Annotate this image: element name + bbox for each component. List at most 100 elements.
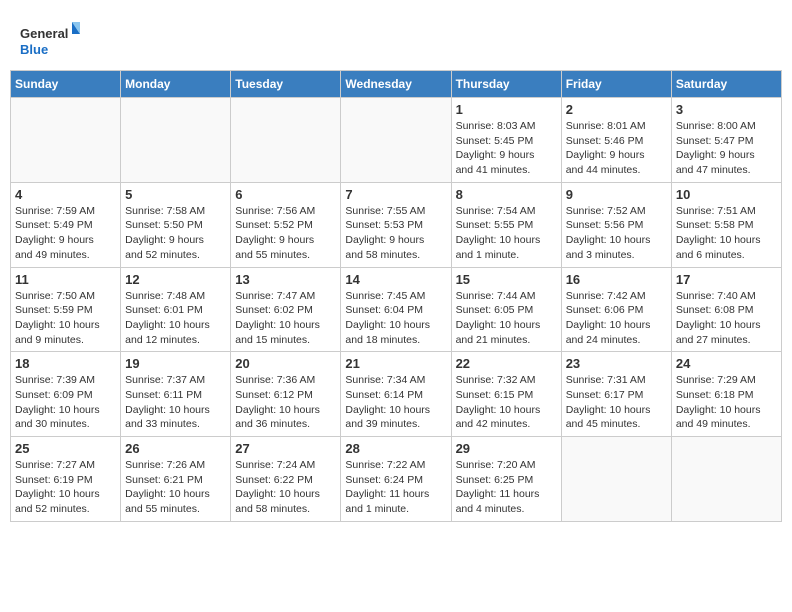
day-info: Sunrise: 7:58 AMSunset: 5:50 PMDaylight:… — [125, 204, 226, 263]
calendar-cell: 18 Sunrise: 7:39 AMSunset: 6:09 PMDayligh… — [11, 352, 121, 437]
calendar-week-row: 18 Sunrise: 7:39 AMSunset: 6:09 PMDayligh… — [11, 352, 782, 437]
day-info: Sunrise: 7:42 AMSunset: 6:06 PMDaylight:… — [566, 289, 667, 348]
calendar-cell: 15 Sunrise: 7:44 AMSunset: 6:05 PMDayligh… — [451, 267, 561, 352]
calendar-cell: 20Sunrise: 7:36 AMSunset: 6:12 PMDayligh… — [231, 352, 341, 437]
calendar-cell: 9 Sunrise: 7:52 AMSunset: 5:56 PMDaylight… — [561, 182, 671, 267]
calendar-cell: 11 Sunrise: 7:50 AMSunset: 5:59 PMDayligh… — [11, 267, 121, 352]
day-number: 25 — [15, 441, 116, 456]
day-info: Sunrise: 7:20 AMSunset: 6:25 PMDaylight:… — [456, 458, 557, 517]
calendar-cell: 24Sunrise: 7:29 AMSunset: 6:18 PMDayligh… — [671, 352, 781, 437]
calendar-header-saturday: Saturday — [671, 71, 781, 98]
calendar-cell — [341, 98, 451, 183]
calendar-cell: 10 Sunrise: 7:51 AMSunset: 5:58 PMDayligh… — [671, 182, 781, 267]
calendar-cell: 16 Sunrise: 7:42 AMSunset: 6:06 PMDayligh… — [561, 267, 671, 352]
calendar-cell: 12 Sunrise: 7:48 AMSunset: 6:01 PMDayligh… — [121, 267, 231, 352]
calendar-week-row: 1 Sunrise: 8:03 AMSunset: 5:45 PMDaylight… — [11, 98, 782, 183]
svg-text:General: General — [20, 26, 68, 41]
calendar-cell: 13 Sunrise: 7:47 AMSunset: 6:02 PMDayligh… — [231, 267, 341, 352]
day-number: 8 — [456, 187, 557, 202]
day-info: Sunrise: 7:24 AMSunset: 6:22 PMDaylight:… — [235, 458, 336, 517]
day-number: 17 — [676, 272, 777, 287]
day-number: 26 — [125, 441, 226, 456]
day-info: Sunrise: 7:26 AMSunset: 6:21 PMDaylight:… — [125, 458, 226, 517]
day-number: 16 — [566, 272, 667, 287]
day-info: Sunrise: 7:39 AMSunset: 6:09 PMDaylight:… — [15, 373, 116, 432]
calendar-cell — [11, 98, 121, 183]
day-number: 1 — [456, 102, 557, 117]
day-number: 4 — [15, 187, 116, 202]
day-info: Sunrise: 7:32 AMSunset: 6:15 PMDaylight:… — [456, 373, 557, 432]
logo-svg: General Blue — [20, 20, 80, 65]
day-info: Sunrise: 8:00 AMSunset: 5:47 PMDaylight:… — [676, 119, 777, 178]
day-info: Sunrise: 7:22 AMSunset: 6:24 PMDaylight:… — [345, 458, 446, 517]
day-number: 22 — [456, 356, 557, 371]
day-number: 5 — [125, 187, 226, 202]
calendar-cell — [231, 98, 341, 183]
calendar-header-tuesday: Tuesday — [231, 71, 341, 98]
day-number: 2 — [566, 102, 667, 117]
day-info: Sunrise: 7:47 AMSunset: 6:02 PMDaylight:… — [235, 289, 336, 348]
calendar-cell: 7 Sunrise: 7:55 AMSunset: 5:53 PMDaylight… — [341, 182, 451, 267]
calendar-table: SundayMondayTuesdayWednesdayThursdayFrid… — [10, 70, 782, 522]
calendar-cell: 26 Sunrise: 7:26 AMSunset: 6:21 PMDayligh… — [121, 437, 231, 522]
calendar-header-monday: Monday — [121, 71, 231, 98]
day-info: Sunrise: 8:03 AMSunset: 5:45 PMDaylight:… — [456, 119, 557, 178]
day-info: Sunrise: 7:40 AMSunset: 6:08 PMDaylight:… — [676, 289, 777, 348]
day-info: Sunrise: 7:34 AMSunset: 6:14 PMDaylight:… — [345, 373, 446, 432]
day-info: Sunrise: 7:51 AMSunset: 5:58 PMDaylight:… — [676, 204, 777, 263]
day-info: Sunrise: 7:56 AMSunset: 5:52 PMDaylight:… — [235, 204, 336, 263]
day-number: 7 — [345, 187, 446, 202]
day-number: 27 — [235, 441, 336, 456]
day-number: 21 — [345, 356, 446, 371]
day-info: Sunrise: 8:01 AMSunset: 5:46 PMDaylight:… — [566, 119, 667, 178]
day-info: Sunrise: 7:55 AMSunset: 5:53 PMDaylight:… — [345, 204, 446, 263]
day-number: 29 — [456, 441, 557, 456]
calendar-cell: 5 Sunrise: 7:58 AMSunset: 5:50 PMDaylight… — [121, 182, 231, 267]
day-number: 24 — [676, 356, 777, 371]
day-number: 15 — [456, 272, 557, 287]
day-number: 3 — [676, 102, 777, 117]
day-number: 18 — [15, 356, 116, 371]
day-number: 6 — [235, 187, 336, 202]
calendar-header-sunday: Sunday — [11, 71, 121, 98]
calendar-cell: 14 Sunrise: 7:45 AMSunset: 6:04 PMDayligh… — [341, 267, 451, 352]
calendar-week-row: 25 Sunrise: 7:27 AMSunset: 6:19 PMDayligh… — [11, 437, 782, 522]
day-info: Sunrise: 7:37 AMSunset: 6:11 PMDaylight:… — [125, 373, 226, 432]
calendar-cell — [121, 98, 231, 183]
day-info: Sunrise: 7:27 AMSunset: 6:19 PMDaylight:… — [15, 458, 116, 517]
logo: General Blue — [20, 20, 80, 65]
day-info: Sunrise: 7:48 AMSunset: 6:01 PMDaylight:… — [125, 289, 226, 348]
day-number: 19 — [125, 356, 226, 371]
day-number: 14 — [345, 272, 446, 287]
calendar-cell: 28Sunrise: 7:22 AMSunset: 6:24 PMDayligh… — [341, 437, 451, 522]
day-number: 9 — [566, 187, 667, 202]
calendar-cell: 6 Sunrise: 7:56 AMSunset: 5:52 PMDaylight… — [231, 182, 341, 267]
calendar-cell — [561, 437, 671, 522]
calendar-cell: 1 Sunrise: 8:03 AMSunset: 5:45 PMDaylight… — [451, 98, 561, 183]
calendar-cell: 27 Sunrise: 7:24 AMSunset: 6:22 PMDayligh… — [231, 437, 341, 522]
calendar-header-thursday: Thursday — [451, 71, 561, 98]
calendar-week-row: 11 Sunrise: 7:50 AMSunset: 5:59 PMDayligh… — [11, 267, 782, 352]
calendar-cell: 17 Sunrise: 7:40 AMSunset: 6:08 PMDayligh… — [671, 267, 781, 352]
day-info: Sunrise: 7:45 AMSunset: 6:04 PMDaylight:… — [345, 289, 446, 348]
day-info: Sunrise: 7:31 AMSunset: 6:17 PMDaylight:… — [566, 373, 667, 432]
page-header: General Blue — [10, 10, 782, 70]
calendar-week-row: 4 Sunrise: 7:59 AMSunset: 5:49 PMDaylight… — [11, 182, 782, 267]
day-info: Sunrise: 7:54 AMSunset: 5:55 PMDaylight:… — [456, 204, 557, 263]
day-number: 13 — [235, 272, 336, 287]
day-info: Sunrise: 7:52 AMSunset: 5:56 PMDaylight:… — [566, 204, 667, 263]
calendar-cell — [671, 437, 781, 522]
calendar-cell: 3 Sunrise: 8:00 AMSunset: 5:47 PMDaylight… — [671, 98, 781, 183]
day-number: 11 — [15, 272, 116, 287]
calendar-cell: 21 Sunrise: 7:34 AMSunset: 6:14 PMDayligh… — [341, 352, 451, 437]
day-info: Sunrise: 7:59 AMSunset: 5:49 PMDaylight:… — [15, 204, 116, 263]
day-number: 10 — [676, 187, 777, 202]
day-info: Sunrise: 7:50 AMSunset: 5:59 PMDaylight:… — [15, 289, 116, 348]
day-number: 12 — [125, 272, 226, 287]
day-info: Sunrise: 7:44 AMSunset: 6:05 PMDaylight:… — [456, 289, 557, 348]
calendar-cell: 2 Sunrise: 8:01 AMSunset: 5:46 PMDaylight… — [561, 98, 671, 183]
calendar-cell: 19 Sunrise: 7:37 AMSunset: 6:11 PMDayligh… — [121, 352, 231, 437]
calendar-header-wednesday: Wednesday — [341, 71, 451, 98]
day-number: 23 — [566, 356, 667, 371]
calendar-cell: 29 Sunrise: 7:20 AMSunset: 6:25 PMDayligh… — [451, 437, 561, 522]
